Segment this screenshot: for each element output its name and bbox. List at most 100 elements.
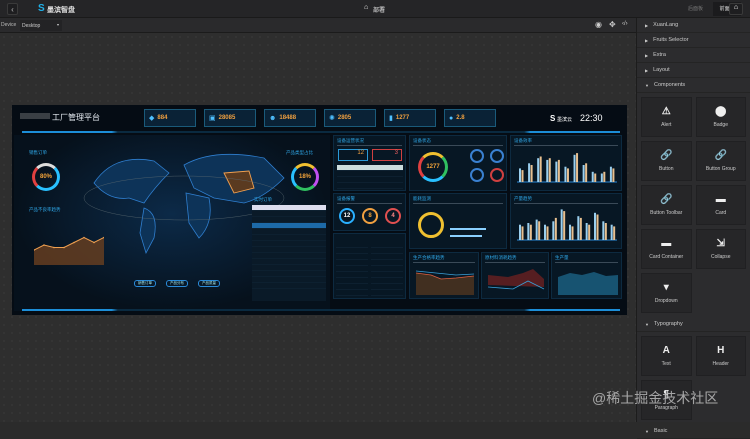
panel-divider [337,203,402,204]
component-card-container[interactable]: ▬ Card Container [641,229,692,269]
section-xuanlang[interactable]: ▶ XuanLang [637,18,750,33]
panel-title: 设备状态 [413,138,431,143]
panel-title: 原材料消耗趋势 [485,255,517,260]
section-typography[interactable]: ▼ Typography [637,317,750,332]
component-button-group[interactable]: 🔗 Button Group [695,141,746,181]
watermark: @稀土掘金技术社区 [592,390,719,406]
gauge: 12 [339,208,355,224]
dial-icon [470,149,484,163]
area-point-5 [73,241,75,244]
component-card[interactable]: ▬ Card [695,185,746,225]
bar-实际-11 [604,223,607,240]
code-icon[interactable]: ‹/› [622,21,628,27]
component-header[interactable]: H Header [695,336,746,376]
kpi-card: ▮ 1277 [384,109,436,127]
component-button[interactable]: 🔗 Button [641,141,692,181]
caret-right-icon: ▶ [645,67,649,73]
section-components[interactable]: ▼ Components [637,78,750,93]
product-ring-gauge: 18% [291,163,319,191]
brand-logo-icon: S [550,114,556,123]
dashboard-preview[interactable]: 工厂管理平台 ◆ 884 ▣ 28085 ☻ 18488 ✺ 2805 ▮ 1277 ● 2… [12,105,627,315]
panel-divider [337,145,402,146]
gauge: 4 [385,208,401,224]
back-button[interactable]: ‹ [7,3,18,15]
info-icon: ● [449,114,454,122]
sales-orders-title: 销售订单 [29,150,47,155]
bar-实际-10 [596,214,599,240]
dial-icon [490,168,504,182]
bar-计划-4 [544,224,546,240]
diamond-icon: ◆ [149,115,155,122]
world-map-panel: 销售订单 80% 产品类型占比 18% 产品不良率趋势 实时订单 销售订单 产品… [14,135,330,311]
pass-rate-chart [416,270,475,295]
component-label: Button [659,166,674,172]
component-label: Card Container [649,254,684,260]
panel-divider [514,203,618,204]
bar-计划-8 [582,165,585,182]
preview-eye-icon[interactable]: ◉ [595,20,602,29]
pass-rate-panel: 生产合格率趋势 [409,252,479,299]
component-label: Badge [713,122,728,128]
move-icon[interactable]: ✥ [609,20,616,29]
area-point-4 [63,246,65,249]
component-label: Button Group [705,166,736,172]
map-tab-sales[interactable]: 销售订单 [134,280,156,287]
output-panel: 产量趋势 [510,193,622,249]
equipment-state-panel: 设备状态 1277 [409,135,507,191]
bar-计划-10 [594,212,596,240]
component-text[interactable]: A Text [641,336,692,376]
section-fruits-selector[interactable]: ▶ Fruits Selector [637,33,750,48]
production-area-chart [558,272,618,295]
top10-lists-panel [333,233,406,299]
kpi-value: 884 [157,115,168,121]
fault-count: 3 [372,149,402,161]
device-select[interactable]: Desktop ▾ [20,20,62,31]
bar-计划-3 [537,158,540,182]
dial-icon [490,149,504,163]
map-tab-distribution[interactable]: 产品分布 [166,280,188,287]
component-badge[interactable]: ⬤ Badge [695,97,746,137]
bar-实际-10 [603,171,606,182]
component-label: Alert [661,122,672,128]
section-layout[interactable]: ▶ Layout [637,63,750,78]
efficiency-bar-chart [517,153,617,183]
panel-title: 能耗监测 [413,196,431,201]
ring-value: 80% [39,174,52,180]
panel-divider [413,203,503,204]
dial-icon [470,168,484,182]
production-panel: 生产量 [551,252,622,299]
map-tab-quality[interactable]: 产品质量 [198,280,220,287]
component-collapse[interactable]: ⇲ Collapse [695,229,746,269]
defect-trend-chart [34,236,104,265]
bar-计划-9 [585,223,588,240]
panel-title: 设备效率 [514,138,532,143]
progress-bar [450,228,486,230]
blurred-logo [20,113,50,119]
card-icon: ▬ [715,194,726,205]
component-alert[interactable]: ⚠ Alert [641,97,692,137]
component-dropdown[interactable]: ▾ Dropdown [641,273,692,313]
section-extra[interactable]: ▶ Extra [637,48,750,63]
bar-实际-5 [557,159,560,182]
panel-divider [555,262,618,263]
section-label: Layout [653,67,670,73]
top-bar: ‹ S 墨滨智盘 ⌂ 部署 后面板 前面板 ⌂ [0,0,750,18]
editor-toolbar: Device Desktop ▾ ◉ ✥ ‹/› [0,18,636,33]
home-button[interactable]: ⌂ [729,3,743,15]
back-panel-tab[interactable]: 后面板 [688,5,703,12]
device-label: Device [1,22,17,28]
header-divider [22,131,620,133]
page-title: 部署 [373,8,386,14]
area-fill [34,237,104,265]
bar-实际-4 [546,226,549,240]
table-row [252,283,326,289]
progress-bar [450,235,482,237]
bar-实际-6 [566,168,569,182]
section-basic[interactable]: ▼ Basic [637,424,750,439]
chevron-down-icon: ▾ [56,22,59,27]
dropdown-icon: ▾ [663,282,669,293]
component-button-toolbar[interactable]: 🔗 Button Toolbar [641,185,692,225]
panel-divider [485,262,545,263]
bar-计划-2 [527,223,530,240]
collapse-icon: ⇲ [716,238,725,249]
